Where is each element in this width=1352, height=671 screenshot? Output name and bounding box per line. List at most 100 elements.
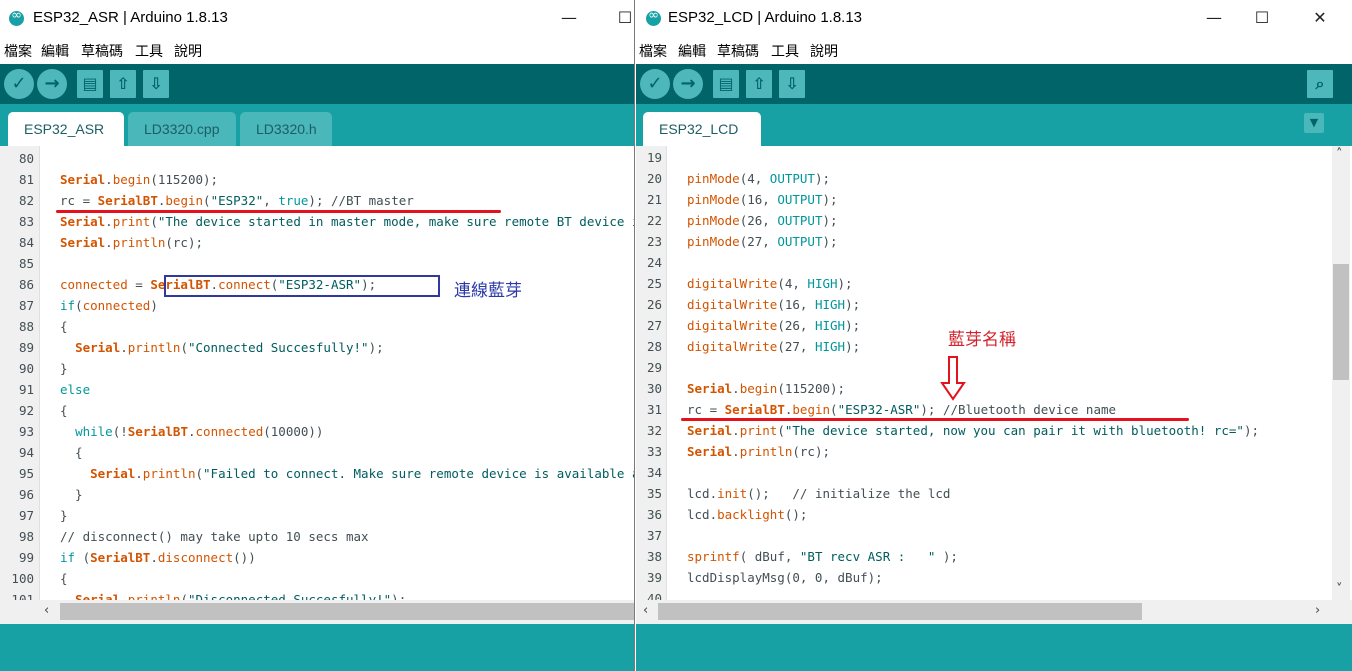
line-number: 100 bbox=[11, 571, 34, 586]
code-line: Serial.begin(115200); bbox=[60, 172, 219, 187]
title-bar: ESP32_LCD | Arduino 1.8.13 — ☐ ✕ bbox=[636, 0, 1352, 36]
line-number: 93 bbox=[18, 424, 34, 439]
tab-ld3320-h[interactable]: LD3320.h bbox=[240, 112, 332, 146]
horizontal-scrollbar[interactable]: ‹ › bbox=[636, 600, 1352, 624]
line-number: 95 bbox=[18, 466, 34, 481]
menu-help[interactable]: 說明 bbox=[174, 41, 202, 61]
vertical-scrollbar[interactable]: ˄ ˅ bbox=[1332, 146, 1350, 600]
line-number: 32 bbox=[646, 423, 662, 438]
scroll-up-icon[interactable]: ˄ bbox=[1336, 147, 1343, 162]
menu-edit[interactable]: 編輯 bbox=[41, 41, 69, 61]
check-icon[interactable]: ✓ bbox=[640, 69, 670, 99]
arduino-logo-icon bbox=[9, 8, 24, 26]
scroll-right-icon[interactable]: › bbox=[1315, 603, 1320, 618]
code-area[interactable]: Serial.begin(115200); rc = SerialBT.begi… bbox=[60, 146, 634, 600]
menu-file[interactable]: 檔案 bbox=[4, 41, 32, 61]
code-line: digitalWrite(16, HIGH); bbox=[687, 297, 861, 312]
check-icon[interactable]: ✓ bbox=[4, 69, 34, 99]
line-number: 36 bbox=[646, 507, 662, 522]
line-number: 39 bbox=[646, 570, 662, 585]
maximize-icon[interactable]: ☐ bbox=[612, 6, 634, 30]
minimize-icon[interactable]: — bbox=[556, 6, 582, 30]
arduino-logo-icon bbox=[646, 8, 661, 26]
new-file-icon[interactable]: ▤ bbox=[713, 70, 739, 98]
arrow-right-icon[interactable]: → bbox=[673, 69, 703, 99]
line-number: 82 bbox=[18, 193, 34, 208]
new-file-icon[interactable]: ▤ bbox=[77, 70, 103, 98]
line-number: 40 bbox=[646, 591, 662, 600]
menu-bar: 檔案 編輯 草稿碼 工具 說明 bbox=[636, 38, 1352, 62]
line-number: 96 bbox=[18, 487, 34, 502]
code-line: Serial.println("Disconnected Succesfully… bbox=[75, 592, 407, 600]
code-line: sprintf( dBuf, "BT recv ASR : " ); bbox=[687, 549, 958, 564]
tab-menu-dropdown-icon[interactable]: ▼ bbox=[1304, 113, 1324, 133]
line-number: 98 bbox=[18, 529, 34, 544]
menu-bar: 檔案 編輯 草稿碼 工具 說明 bbox=[0, 38, 634, 62]
scroll-left-icon[interactable]: ‹ bbox=[44, 603, 49, 618]
code-editor[interactable]: 80 81 82 83 84 85 86 87 88 89 90 91 92 9… bbox=[0, 146, 634, 600]
code-editor[interactable]: 19 20 21 22 23 24 25 26 27 28 29 30 31 3… bbox=[636, 146, 1334, 600]
code-line: pinMode(16, OUTPUT); bbox=[687, 192, 838, 207]
menu-file[interactable]: 檔案 bbox=[639, 41, 667, 61]
arrow-right-icon[interactable]: → bbox=[37, 69, 67, 99]
code-area[interactable]: pinMode(4, OUTPUT); pinMode(16, OUTPUT);… bbox=[687, 146, 1334, 600]
down-arrow-annotation-icon bbox=[940, 356, 966, 401]
magnifier-icon[interactable]: ⌕ bbox=[1307, 70, 1333, 98]
code-line: { bbox=[60, 319, 68, 334]
menu-sketch[interactable]: 草稿碼 bbox=[81, 41, 123, 61]
line-number: 21 bbox=[646, 192, 662, 207]
code-line: pinMode(4, OUTPUT); bbox=[687, 171, 831, 186]
close-icon[interactable]: ✕ bbox=[1307, 6, 1333, 30]
line-number: 99 bbox=[18, 550, 34, 565]
scrollbar-thumb[interactable] bbox=[60, 603, 634, 620]
code-line: digitalWrite(27, HIGH); bbox=[687, 339, 861, 354]
code-line: } bbox=[60, 487, 83, 502]
title-bar: ESP32_ASR | Arduino 1.8.13 — ☐ bbox=[0, 0, 634, 36]
line-number: 24 bbox=[646, 255, 662, 270]
code-line: } bbox=[60, 508, 68, 523]
code-line: rc = SerialBT.begin("ESP32", true); //BT… bbox=[60, 193, 414, 208]
line-number: 80 bbox=[18, 151, 34, 166]
line-number: 83 bbox=[18, 214, 34, 229]
scrollbar-thumb[interactable] bbox=[1333, 264, 1349, 380]
scroll-left-icon[interactable]: ‹ bbox=[643, 603, 648, 618]
maximize-icon[interactable]: ☐ bbox=[1249, 6, 1275, 30]
toolbar: ✓ → ▤ ⇧ ⇩ ⌕ bbox=[636, 64, 1352, 104]
code-line: digitalWrite(4, HIGH); bbox=[687, 276, 853, 291]
tab-esp32-asr[interactable]: ESP32_ASR bbox=[8, 112, 124, 146]
line-number: 26 bbox=[646, 297, 662, 312]
annotation-label-connect-bluetooth: 連線藍芽 bbox=[454, 281, 522, 301]
open-arrow-up-icon[interactable]: ⇧ bbox=[110, 70, 136, 98]
menu-sketch[interactable]: 草稿碼 bbox=[717, 41, 759, 61]
code-line: if(connected) bbox=[60, 298, 158, 313]
scrollbar-thumb[interactable] bbox=[658, 603, 1142, 620]
tab-esp32-lcd[interactable]: ESP32_LCD bbox=[643, 112, 761, 146]
line-number: 37 bbox=[646, 528, 662, 543]
menu-edit[interactable]: 編輯 bbox=[678, 41, 706, 61]
line-number: 33 bbox=[646, 444, 662, 459]
horizontal-scrollbar[interactable]: ‹ bbox=[0, 600, 634, 624]
code-line: Serial.println(rc); bbox=[687, 444, 831, 459]
menu-tools[interactable]: 工具 bbox=[135, 41, 163, 61]
annotation-label-bluetooth-name: 藍芽名稱 bbox=[948, 330, 1016, 350]
window-title: ESP32_LCD | Arduino 1.8.13 bbox=[668, 9, 863, 26]
toolbar: ✓ → ▤ ⇧ ⇩ bbox=[0, 64, 634, 104]
code-line: Serial.println(rc); bbox=[60, 235, 204, 250]
left-arduino-window: ESP32_ASR | Arduino 1.8.13 — ☐ 檔案 編輯 草稿碼… bbox=[0, 0, 635, 671]
save-arrow-down-icon[interactable]: ⇩ bbox=[779, 70, 805, 98]
tab-ld3320-cpp[interactable]: LD3320.cpp bbox=[128, 112, 236, 146]
line-number: 38 bbox=[646, 549, 662, 564]
red-underline-annotation bbox=[56, 210, 501, 213]
status-bar bbox=[0, 624, 634, 671]
menu-tools[interactable]: 工具 bbox=[771, 41, 799, 61]
line-number: 85 bbox=[18, 256, 34, 271]
minimize-icon[interactable]: — bbox=[1201, 6, 1227, 30]
open-arrow-up-icon[interactable]: ⇧ bbox=[746, 70, 772, 98]
line-number: 30 bbox=[646, 381, 662, 396]
line-number: 97 bbox=[18, 508, 34, 523]
save-arrow-down-icon[interactable]: ⇩ bbox=[143, 70, 169, 98]
scroll-down-icon[interactable]: ˅ bbox=[1336, 582, 1343, 597]
menu-help[interactable]: 說明 bbox=[810, 41, 838, 61]
status-bar bbox=[636, 624, 1352, 671]
code-line: Serial.println("Failed to connect. Make … bbox=[90, 466, 634, 481]
